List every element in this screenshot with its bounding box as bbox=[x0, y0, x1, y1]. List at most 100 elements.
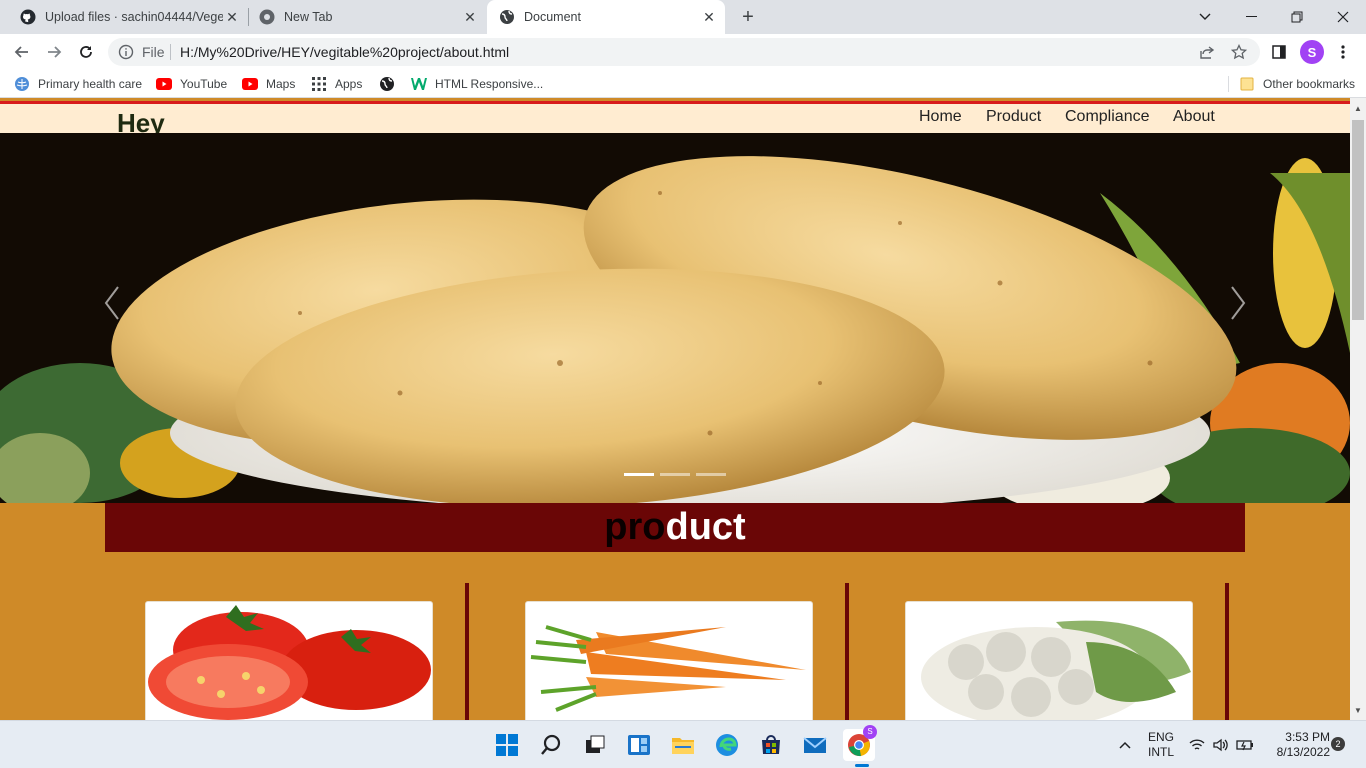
info-icon[interactable] bbox=[118, 44, 134, 60]
language-code: ENG bbox=[1147, 730, 1174, 744]
tab-upload-files[interactable]: Upload files · sachin04444/Veget ✕ bbox=[0, 0, 248, 34]
bookmark-label: HTML Responsive... bbox=[435, 77, 544, 91]
product-card-tomato[interactable] bbox=[145, 601, 433, 720]
volume-icon[interactable] bbox=[1210, 729, 1232, 761]
column-divider bbox=[465, 583, 469, 720]
bookmark-maps[interactable]: Maps bbox=[242, 75, 295, 93]
site-navbar: Hey Home Product Compliance About bbox=[0, 104, 1350, 138]
youtube-icon bbox=[156, 76, 172, 92]
globe-icon bbox=[379, 76, 395, 92]
folder-icon bbox=[1239, 76, 1255, 92]
windows-taskbar: S ENG INTL 3:53 PM 8/13/2022 bbox=[0, 720, 1366, 768]
url-text[interactable]: H:/My%20Drive/HEY/vegitable%20project/ab… bbox=[180, 44, 509, 60]
bookmark-globe[interactable] bbox=[379, 75, 403, 93]
minimize-icon[interactable] bbox=[1228, 0, 1274, 34]
store-icon[interactable] bbox=[755, 729, 787, 761]
column-divider bbox=[845, 583, 849, 720]
active-app-indicator bbox=[855, 764, 869, 767]
tab-document[interactable]: Document ✕ bbox=[487, 0, 725, 34]
scroll-down-icon[interactable]: ▼ bbox=[1350, 704, 1366, 718]
scroll-up-icon[interactable]: ▲ bbox=[1350, 102, 1366, 116]
clock-date: 8/13/2022 bbox=[1276, 745, 1330, 759]
close-window-icon[interactable] bbox=[1320, 0, 1366, 34]
bookmarks-bar: Primary health care YouTube Maps Apps HT… bbox=[0, 70, 1366, 98]
product-heading-part1: pro bbox=[604, 506, 666, 548]
tab-strip: Upload files · sachin04444/Veget ✕ New T… bbox=[0, 0, 1366, 34]
product-card-cauliflower[interactable] bbox=[905, 601, 1193, 720]
bookmark-label: Primary health care bbox=[38, 77, 143, 91]
tab-title: Document bbox=[524, 10, 581, 24]
chrome-profile-badge: S bbox=[863, 725, 877, 739]
edge-icon[interactable] bbox=[711, 729, 743, 761]
mail-icon[interactable] bbox=[799, 729, 831, 761]
bookmark-label: Maps bbox=[266, 77, 296, 91]
carousel-prev-icon[interactable] bbox=[100, 283, 124, 323]
w3schools-icon bbox=[411, 76, 427, 92]
forward-icon[interactable] bbox=[42, 40, 66, 64]
bookmark-label: YouTube bbox=[180, 77, 228, 91]
scroll-thumb[interactable] bbox=[1352, 120, 1364, 320]
nav-product[interactable]: Product bbox=[986, 108, 1041, 126]
file-explorer-icon[interactable] bbox=[667, 729, 699, 761]
address-bar[interactable]: File H:/My%20Drive/HEY/vegitable%20proje… bbox=[108, 38, 1260, 66]
carrot-image bbox=[530, 625, 806, 712]
scheme-label: File bbox=[142, 44, 165, 60]
carousel-indicator-2[interactable] bbox=[660, 473, 690, 476]
profile-avatar[interactable]: S bbox=[1300, 40, 1324, 64]
tomato-image bbox=[148, 605, 431, 720]
bookmark-youtube[interactable]: YouTube bbox=[156, 75, 227, 93]
chrome-icon bbox=[259, 9, 275, 25]
page-scrollbar[interactable]: ▲ ▼ bbox=[1350, 98, 1366, 720]
github-icon bbox=[20, 9, 36, 25]
who-icon bbox=[14, 76, 30, 92]
carousel-indicator-1[interactable] bbox=[624, 473, 654, 476]
side-panel-icon[interactable] bbox=[1267, 40, 1291, 64]
battery-icon[interactable] bbox=[1234, 729, 1256, 761]
globe-icon bbox=[499, 9, 515, 25]
back-icon[interactable] bbox=[10, 40, 34, 64]
task-view-icon[interactable] bbox=[579, 729, 611, 761]
other-bookmarks-label: Other bookmarks bbox=[1263, 77, 1356, 91]
hero-image bbox=[0, 133, 1350, 503]
tab-search-icon[interactable] bbox=[1182, 0, 1228, 34]
input-language[interactable]: ENG INTL bbox=[1144, 730, 1178, 760]
windows-start-icon[interactable] bbox=[491, 729, 523, 761]
hero-carousel bbox=[0, 133, 1350, 503]
chevron-up-icon[interactable] bbox=[1110, 729, 1140, 761]
menu-kebab-icon[interactable] bbox=[1331, 40, 1355, 64]
close-icon[interactable]: ✕ bbox=[701, 9, 717, 25]
tab-new-tab[interactable]: New Tab ✕ bbox=[248, 0, 486, 34]
close-icon[interactable]: ✕ bbox=[224, 9, 240, 25]
new-tab-icon[interactable]: + bbox=[737, 6, 759, 28]
nav-about[interactable]: About bbox=[1173, 108, 1215, 126]
clock[interactable]: 3:53 PM 8/13/2022 bbox=[1262, 730, 1330, 760]
clock-time: 3:53 PM bbox=[1285, 730, 1330, 744]
tab-title: Upload files · sachin04444/Veget bbox=[45, 10, 223, 24]
product-card-carrot[interactable] bbox=[525, 601, 813, 720]
carousel-next-icon[interactable] bbox=[1226, 283, 1250, 323]
nav-compliance[interactable]: Compliance bbox=[1065, 108, 1149, 126]
restore-icon[interactable] bbox=[1274, 0, 1320, 34]
nav-home[interactable]: Home bbox=[919, 108, 962, 126]
search-icon[interactable] bbox=[535, 729, 567, 761]
divider bbox=[170, 44, 171, 60]
notification-badge[interactable]: 2 bbox=[1331, 737, 1345, 751]
column-divider bbox=[1225, 583, 1229, 720]
star-icon[interactable] bbox=[1230, 43, 1248, 61]
bookmark-primary-health-care[interactable]: Primary health care bbox=[14, 75, 142, 93]
other-bookmarks[interactable]: Other bookmarks bbox=[1239, 75, 1355, 93]
product-section-header: product bbox=[105, 503, 1245, 552]
bookmark-apps[interactable]: Apps bbox=[311, 75, 362, 93]
bookmark-html-responsive[interactable]: HTML Responsive... bbox=[411, 75, 543, 93]
reload-icon[interactable] bbox=[74, 40, 98, 64]
widgets-icon[interactable] bbox=[623, 729, 655, 761]
close-icon[interactable]: ✕ bbox=[462, 9, 478, 25]
carousel-indicator-3[interactable] bbox=[696, 473, 726, 476]
keyboard-layout: INTL bbox=[1147, 745, 1174, 759]
product-heading-part2: duct bbox=[665, 506, 746, 548]
page-viewport: Hey Home Product Compliance About produc… bbox=[0, 98, 1366, 720]
share-icon[interactable] bbox=[1198, 43, 1216, 61]
browser-toolbar: File H:/My%20Drive/HEY/vegitable%20proje… bbox=[0, 34, 1366, 70]
chrome-icon[interactable]: S bbox=[843, 725, 877, 761]
wifi-icon[interactable] bbox=[1186, 729, 1208, 761]
